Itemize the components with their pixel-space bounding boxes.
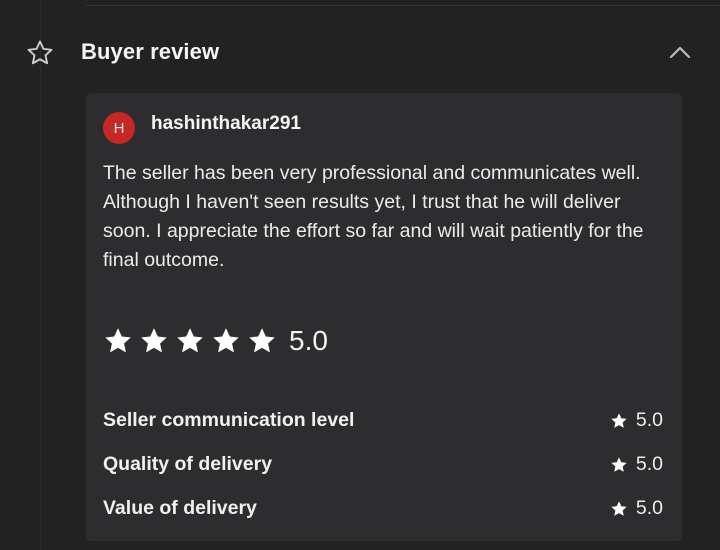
criteria-row: Value of delivery 5.0: [103, 493, 663, 537]
star-outline-icon: [27, 40, 53, 65]
star-filled-icon: [611, 412, 627, 428]
criteria-label: Seller communication level: [103, 409, 355, 431]
review-text: The seller has been very professional an…: [103, 162, 644, 271]
star-filled-icon: [105, 328, 131, 353]
chevron-up-icon[interactable]: [666, 42, 694, 62]
criteria-score-value: 5.0: [635, 453, 663, 475]
review-page: Buyer review H hashinthakar291 The selle…: [0, 0, 720, 550]
criteria-score-value: 5.0: [635, 497, 663, 519]
star-filled-icon: [611, 456, 627, 472]
rating-breakdown: Seller communication level 5.0 Quality o…: [103, 405, 663, 537]
criteria-label: Quality of delivery: [103, 453, 273, 475]
section-title: Buyer review: [81, 39, 220, 64]
criteria-score: 5.0: [610, 409, 663, 432]
top-divider: [86, 5, 720, 6]
review-card: H hashinthakar291 The seller has been ve…: [86, 93, 682, 541]
star-filled-icon: [213, 328, 239, 353]
star-filled-icon: [141, 328, 167, 353]
criteria-score-value: 5.0: [635, 409, 663, 431]
overall-rating: 5.0: [103, 321, 328, 361]
criteria-score: 5.0: [610, 497, 663, 520]
reviewer-username[interactable]: hashinthakar291: [151, 113, 301, 135]
buyer-review-header[interactable]: Buyer review: [0, 30, 720, 74]
star-filled-icon: [177, 328, 203, 353]
criteria-score: 5.0: [610, 453, 663, 476]
criteria-label: Value of delivery: [103, 497, 257, 519]
overall-rating-value: 5.0: [289, 325, 328, 356]
star-filled-icon: [611, 500, 627, 516]
criteria-row: Quality of delivery 5.0: [103, 449, 663, 493]
criteria-row: Seller communication level 5.0: [103, 405, 663, 449]
avatar[interactable]: H: [103, 112, 135, 144]
left-rail: [40, 0, 41, 550]
star-filled-icon: [249, 328, 275, 353]
